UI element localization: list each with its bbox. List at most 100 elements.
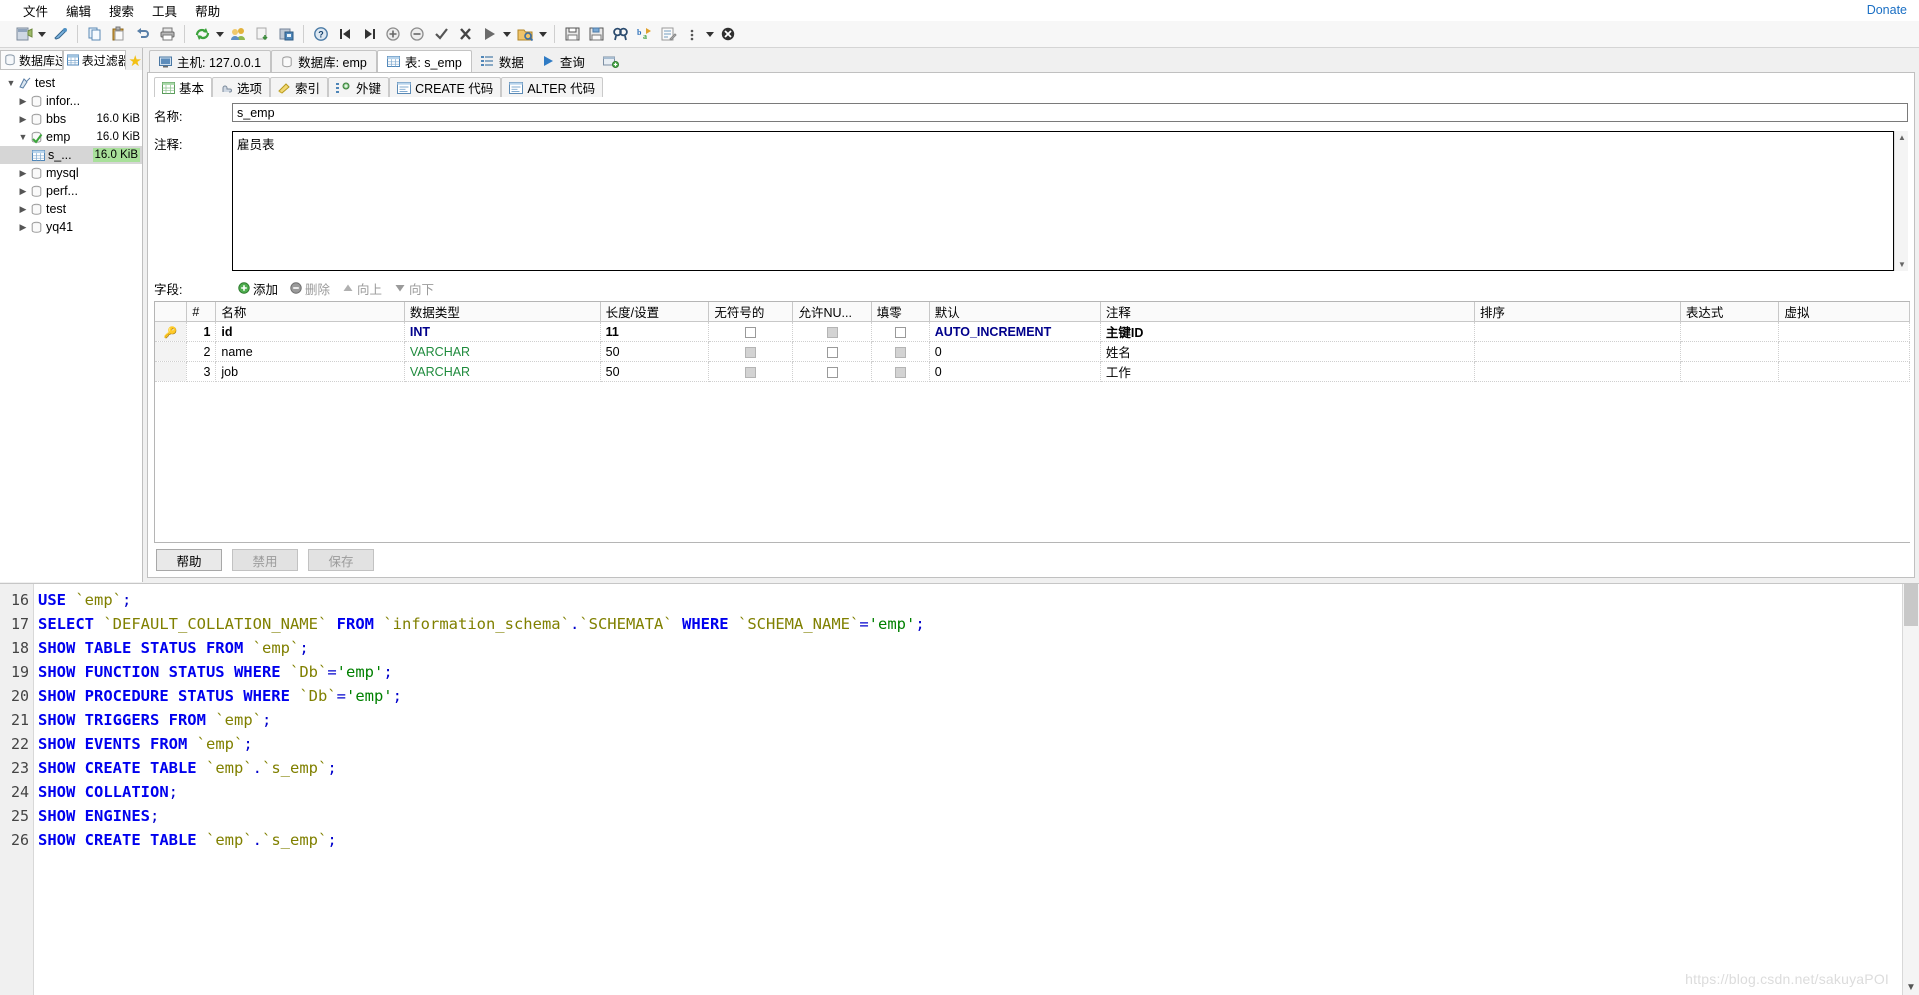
move-down-button[interactable]: 向下 [388,278,440,299]
cancel-icon[interactable] [453,23,477,45]
header-datatype[interactable]: 数据类型 [404,302,601,322]
refresh-dropdown-icon[interactable] [214,23,226,45]
tab-basic[interactable]: 基本 [154,77,213,97]
sql-log-scrollbar[interactable]: ▼ [1902,584,1919,995]
connection-dropdown-icon[interactable] [36,23,48,45]
find-icon[interactable] [608,23,632,45]
tab-options[interactable]: 选项 [212,77,271,97]
cell-zerofill[interactable] [871,341,930,362]
comment-scrollbar[interactable]: ▲ ▼ [1894,131,1908,271]
header-default[interactable]: 默认 [929,302,1101,322]
tree-node-test[interactable]: ▶ test [0,200,142,218]
tree-node-yq41[interactable]: ▶ yq41 [0,218,142,236]
paste-icon[interactable] [107,23,131,45]
menu-item-search[interactable]: 搜索 [100,0,143,22]
cell-name[interactable]: name [215,341,405,362]
print-icon[interactable] [155,23,179,45]
cell-zerofill[interactable] [871,361,930,382]
tab-query[interactable]: 查询 [533,50,594,72]
cell-virtual[interactable] [1778,341,1910,362]
save-as-icon[interactable] [584,23,608,45]
tab-foreign-key[interactable]: 外键 [328,77,390,97]
cell-zerofill[interactable] [871,321,930,342]
more-dropdown-icon[interactable] [704,23,716,45]
tree-node-mysql[interactable]: ▶ mysql [0,164,142,182]
more-icon[interactable] [680,23,704,45]
cell-collation[interactable] [1474,361,1681,382]
tab-table-filter[interactable]: 表过滤器 [62,50,126,70]
cell-length[interactable]: 11 [600,321,710,342]
apply-icon[interactable] [429,23,453,45]
chevron-right-icon[interactable]: ▶ [16,168,30,179]
chevron-right-icon[interactable]: ▶ [16,186,30,197]
unsigned-checkbox[interactable] [745,326,757,338]
tab-host[interactable]: 主机: 127.0.0.1 [149,50,272,72]
open-file-icon[interactable] [513,23,537,45]
header-nullable[interactable]: 允许NU... [792,302,872,322]
cell-virtual[interactable] [1778,361,1910,382]
table-row[interactable]: 2 name VARCHAR 50 0 姓名 [155,341,1910,362]
chevron-down-icon[interactable]: ▼ [4,78,18,88]
format-icon[interactable] [656,23,680,45]
chevron-down-icon[interactable]: ▼ [1906,982,1916,993]
cell-collation[interactable] [1474,341,1681,362]
zerofill-checkbox[interactable] [894,326,906,338]
header-comment[interactable]: 注释 [1100,302,1475,322]
add-field-button[interactable]: 添加 [232,278,284,299]
menu-item-edit[interactable]: 编辑 [57,0,100,22]
cell-nullable[interactable] [792,321,872,342]
tree-node-bbs[interactable]: ▶ bbs 16.0 KiB [0,110,142,128]
chevron-right-icon[interactable]: ▶ [16,96,30,107]
favorites-star-icon[interactable]: ★ [129,52,142,70]
cell-unsigned[interactable] [708,341,794,362]
cell-default[interactable]: AUTO_INCREMENT [929,321,1101,342]
table-comment-textarea[interactable]: 雇员表 [232,131,1894,271]
export-icon[interactable] [274,23,298,45]
tree-node-s-emp[interactable]: s_... 16.0 KiB [0,146,142,164]
fields-grid[interactable]: # 名称 数据类型 长度/设置 无符号的 允许NU... 填零 默认 注释 排序 [154,301,1910,543]
cell-unsigned[interactable] [708,321,794,342]
cell-comment[interactable]: 主键ID [1100,321,1475,342]
delete-field-button[interactable]: 删除 [284,278,336,299]
chevron-right-icon[interactable]: ▶ [16,204,30,215]
first-record-icon[interactable] [333,23,357,45]
nullable-checkbox[interactable] [826,366,838,378]
cell-nullable[interactable] [792,341,872,362]
header-zerofill[interactable]: 填零 [871,302,930,322]
delete-row-icon[interactable] [405,23,429,45]
tab-database[interactable]: 数据库: emp [271,50,377,72]
users-icon[interactable] [226,23,250,45]
stop-icon[interactable] [716,23,740,45]
cell-name[interactable]: id [215,321,405,342]
cell-datatype[interactable]: VARCHAR [404,361,601,382]
cell-collation[interactable] [1474,321,1681,342]
move-up-button[interactable]: 向上 [336,278,388,299]
tab-database-filter[interactable]: 数据库过 [0,50,63,70]
cell-nullable[interactable] [792,361,872,382]
cell-name[interactable]: job [215,361,405,382]
chevron-down-icon[interactable]: ▼ [1898,260,1906,269]
help-icon[interactable]: ? [309,23,333,45]
scrollbar-thumb[interactable] [1904,584,1918,626]
menu-item-file[interactable]: 文件 [14,0,57,22]
cell-comment[interactable]: 工作 [1100,361,1475,382]
header-length[interactable]: 长度/设置 [600,302,710,322]
tab-data[interactable]: 数据 [472,50,533,72]
execute-dropdown-icon[interactable] [501,23,513,45]
tab-table[interactable]: 表: s_emp [376,50,472,72]
copy-icon[interactable] [83,23,107,45]
save-button[interactable]: 保存 [308,549,374,571]
header-name[interactable]: 名称 [215,302,405,322]
cell-expression[interactable] [1680,341,1780,362]
menu-item-tools[interactable]: 工具 [143,0,186,22]
tree-node-session-test[interactable]: ▼ test [0,74,142,92]
connection-icon[interactable] [12,23,36,45]
cell-default[interactable]: 0 [929,361,1101,382]
tree-node-information-schema[interactable]: ▶ infor... [0,92,142,110]
cell-expression[interactable] [1680,361,1780,382]
insert-row-icon[interactable] [381,23,405,45]
undo-icon[interactable] [131,23,155,45]
header-collation[interactable]: 排序 [1474,302,1681,322]
cell-virtual[interactable] [1778,321,1910,342]
cell-comment[interactable]: 姓名 [1100,341,1475,362]
